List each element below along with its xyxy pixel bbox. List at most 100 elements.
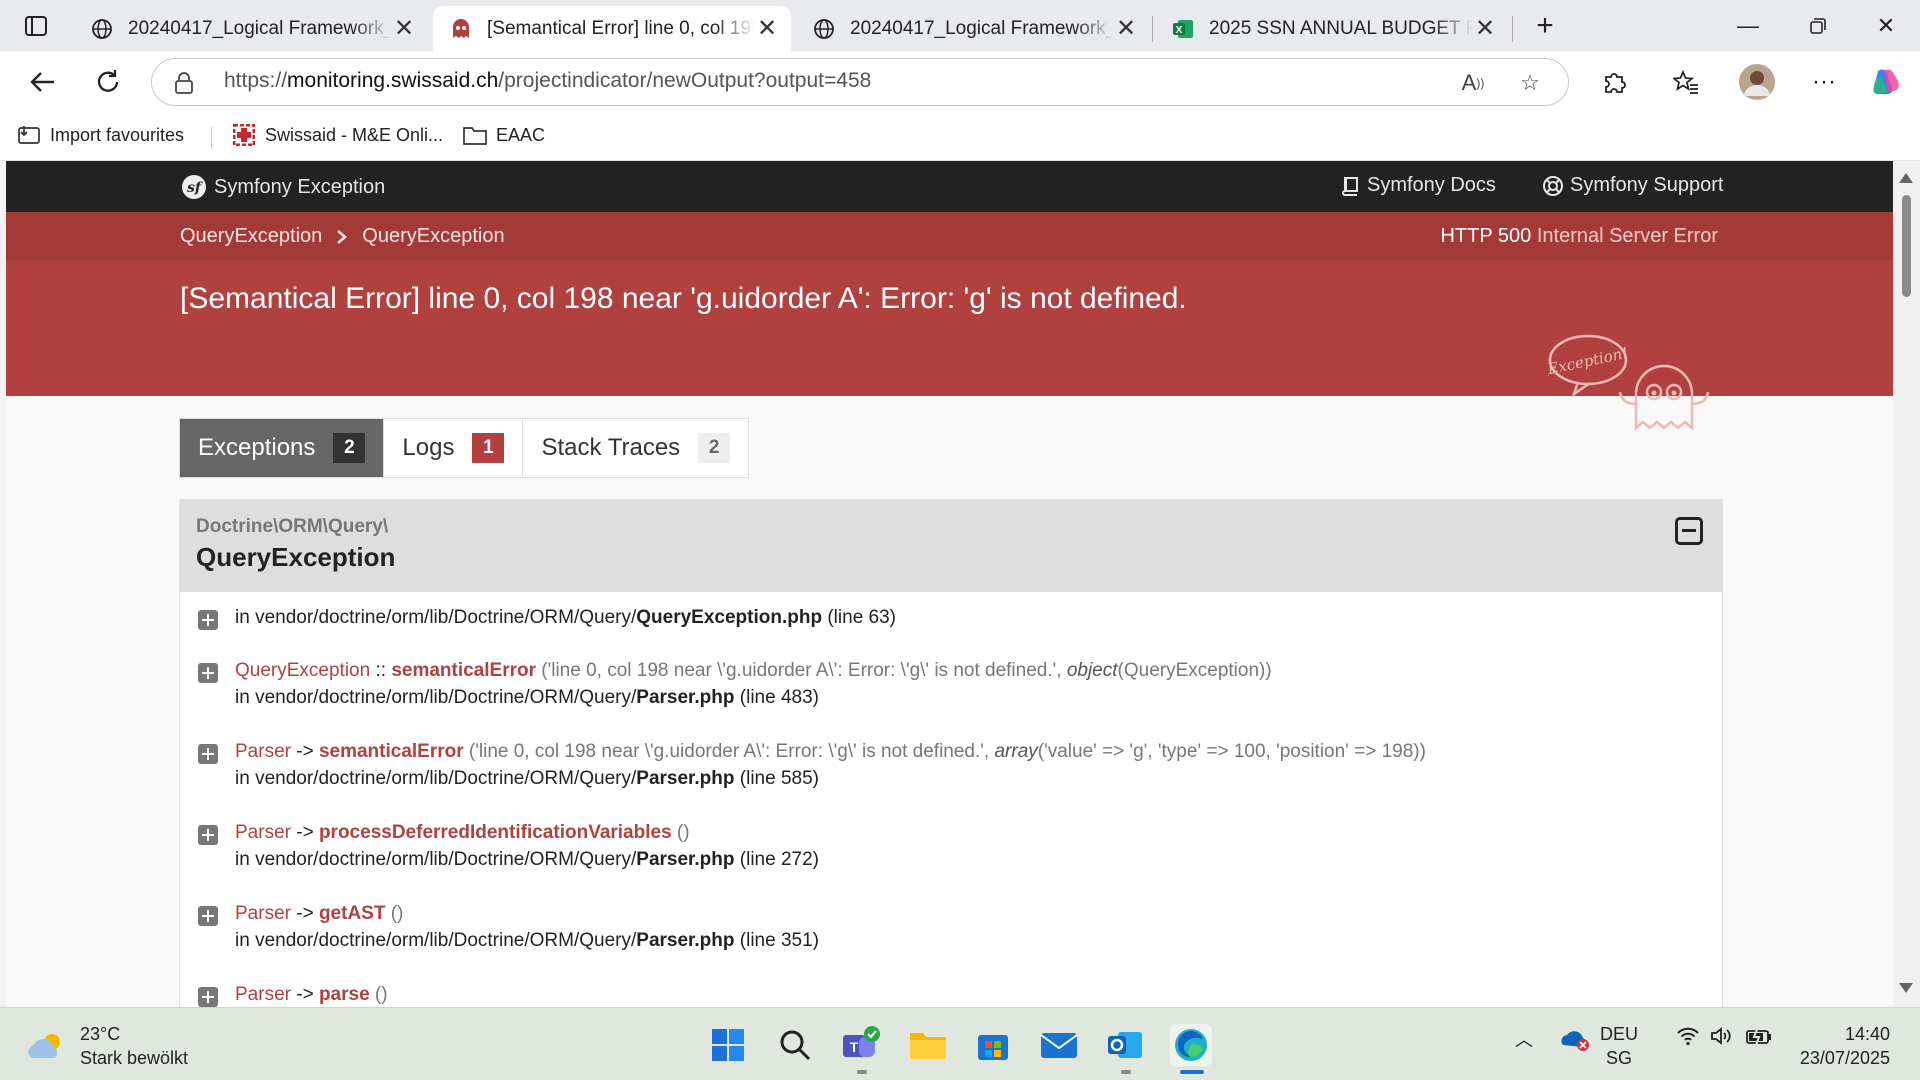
- expand-plus-icon[interactable]: [198, 987, 218, 1007]
- browser-tab-active[interactable]: [Semantical Error] line 0, col 198 n ✕: [433, 6, 791, 51]
- browser-tab[interactable]: X 2025 SSN ANNUAL BUDGET PLAN ✕: [1155, 6, 1509, 51]
- volume-status[interactable]: [1710, 1026, 1734, 1051]
- profile-button[interactable]: [1735, 60, 1779, 104]
- page-scrollbar[interactable]: [1893, 161, 1920, 1007]
- trace-file: Parser.php: [636, 687, 735, 708]
- trace-args-rest: ('value' => 'g', 'type' => 100, 'positio…: [1037, 741, 1426, 762]
- close-icon[interactable]: ✕: [755, 14, 779, 43]
- read-aloud-icon[interactable]: A)): [1459, 69, 1487, 97]
- tab-stack-traces[interactable]: Stack Traces 2: [523, 419, 748, 477]
- settings-more-button[interactable]: ···: [1802, 60, 1846, 104]
- globe-icon: [90, 17, 114, 41]
- new-tab-button[interactable]: +: [1525, 0, 1565, 51]
- close-icon[interactable]: ✕: [1473, 14, 1497, 43]
- collapse-toggle-icon[interactable]: [1675, 517, 1703, 545]
- close-window-button[interactable]: ✕: [1851, 0, 1920, 51]
- trace-call: Parser -> processDeferredIdentificationV…: [235, 822, 690, 844]
- browser-tab[interactable]: 20240417_Logical Framework_SW ✕: [796, 6, 1150, 51]
- symfony-support-link[interactable]: Symfony Support: [1542, 174, 1723, 197]
- scroll-down-arrow-icon[interactable]: [1899, 983, 1913, 993]
- onedrive-error-icon: [1561, 1031, 1589, 1051]
- trace-operator: ->: [290, 903, 319, 924]
- copilot-button[interactable]: [1864, 60, 1908, 104]
- file-explorer-app[interactable]: [907, 1024, 949, 1066]
- trace-path: in vendor/doctrine/orm/lib/Doctrine/ORM/…: [235, 849, 637, 870]
- teams-app[interactable]: T: [840, 1024, 882, 1066]
- trace-class: Parser: [235, 741, 291, 762]
- trace-call: Parser -> parse (): [235, 984, 388, 1006]
- running-indicator: [857, 1070, 867, 1074]
- start-button[interactable]: [707, 1024, 749, 1066]
- outlook-app[interactable]: [1104, 1024, 1146, 1066]
- search-button[interactable]: [774, 1024, 816, 1066]
- onedrive-status[interactable]: [1560, 1028, 1590, 1057]
- browser-tab[interactable]: 20240417_Logical Framework_SW ✕: [74, 6, 428, 51]
- svg-text:T: T: [850, 1039, 859, 1055]
- weather-widget[interactable]: 23°C Stark bewölkt: [26, 1022, 188, 1070]
- trace-file: QueryException.php: [636, 607, 823, 628]
- avatar: [1739, 64, 1775, 100]
- bookmark-folder-eaac[interactable]: EAAC: [463, 123, 545, 147]
- bookmark-label: EAAC: [496, 124, 546, 145]
- expand-plus-icon[interactable]: [198, 825, 218, 845]
- trace-args: (): [369, 984, 388, 1005]
- symfony-docs-link[interactable]: Symfony Docs: [1340, 174, 1496, 197]
- exception-class: QueryException: [196, 542, 396, 572]
- bookmark-import-favourites[interactable]: Import favourites: [17, 123, 184, 147]
- bookmark-label: Import favourites: [50, 124, 185, 145]
- restore-button[interactable]: [1783, 0, 1853, 51]
- url-text[interactable]: https://monitoring.swissaid.ch/projectin…: [224, 69, 871, 93]
- battery-charging-icon: [1746, 1026, 1771, 1046]
- bookmark-swissaid[interactable]: Swissaid - M&E Onli...: [232, 123, 443, 147]
- weather-temp: 23°C: [80, 1024, 121, 1044]
- scrollbar-thumb[interactable]: [1902, 195, 1911, 297]
- http-status: HTTP 500 Internal Server Error: [1440, 225, 1718, 248]
- scroll-up-arrow-icon[interactable]: [1899, 173, 1913, 183]
- docs-label: Symfony Docs: [1367, 174, 1496, 196]
- url-host: monitoring.swissaid.ch: [287, 69, 499, 92]
- copilot-icon: [1873, 69, 1899, 94]
- extensions-button[interactable]: [1592, 60, 1636, 104]
- tab-exceptions[interactable]: Exceptions 2: [180, 419, 385, 477]
- exception-header[interactable]: Doctrine\ORM\Query\ QueryException: [180, 500, 1722, 592]
- breadcrumb: QueryException QueryException: [180, 225, 505, 248]
- exception-panel: Doctrine\ORM\Query\ QueryException in ve…: [179, 499, 1723, 1007]
- trace-args: (): [671, 822, 690, 843]
- expand-plus-icon[interactable]: [198, 663, 218, 683]
- http-status-code: HTTP 500: [1440, 225, 1532, 247]
- expand-plus-icon[interactable]: [198, 906, 218, 926]
- trace-class: Parser: [235, 903, 291, 924]
- tab-logs[interactable]: Logs 1: [384, 419, 524, 477]
- expand-plus-icon[interactable]: [198, 744, 218, 764]
- svg-text:X: X: [1176, 25, 1183, 36]
- close-icon[interactable]: ✕: [392, 14, 416, 43]
- close-icon[interactable]: ✕: [1114, 14, 1138, 43]
- back-button[interactable]: [20, 60, 64, 104]
- favorite-star-icon[interactable]: ☆: [1516, 69, 1544, 97]
- input-language-indicator[interactable]: DEU SG: [1600, 1022, 1638, 1070]
- breadcrumb-item[interactable]: QueryException: [180, 225, 322, 248]
- breadcrumb-item[interactable]: QueryException: [362, 225, 504, 248]
- refresh-button[interactable]: [86, 60, 130, 104]
- mail-icon: [1040, 1033, 1078, 1058]
- network-status[interactable]: [1676, 1026, 1700, 1051]
- mail-app[interactable]: [1038, 1024, 1080, 1066]
- show-hidden-icons-button[interactable]: ︿: [1515, 1026, 1533, 1052]
- system-clock[interactable]: 14:40 23/07/2025: [1780, 1022, 1890, 1070]
- trace-call: Parser -> semanticalError ('line 0, col …: [235, 741, 1426, 763]
- support-label: Symfony Support: [1570, 174, 1724, 196]
- favorites-button[interactable]: [1664, 60, 1708, 104]
- teams-icon: T: [843, 1026, 880, 1057]
- address-bar[interactable]: https://monitoring.swissaid.ch/projectin…: [151, 58, 1569, 106]
- store-app[interactable]: [972, 1024, 1014, 1066]
- trace-line-number: (line 63): [827, 607, 897, 628]
- tab-label: Exceptions: [198, 434, 316, 461]
- minimize-button[interactable]: —: [1713, 0, 1783, 51]
- expand-plus-icon[interactable]: [198, 610, 218, 630]
- battery-status[interactable]: [1746, 1026, 1772, 1051]
- symfony-ghost-icon: [449, 17, 473, 41]
- tab-actions-button[interactable]: [14, 0, 58, 51]
- swissaid-icon: [232, 123, 256, 147]
- edge-app[interactable]: [1170, 1024, 1212, 1066]
- trace-method: parse: [318, 984, 370, 1005]
